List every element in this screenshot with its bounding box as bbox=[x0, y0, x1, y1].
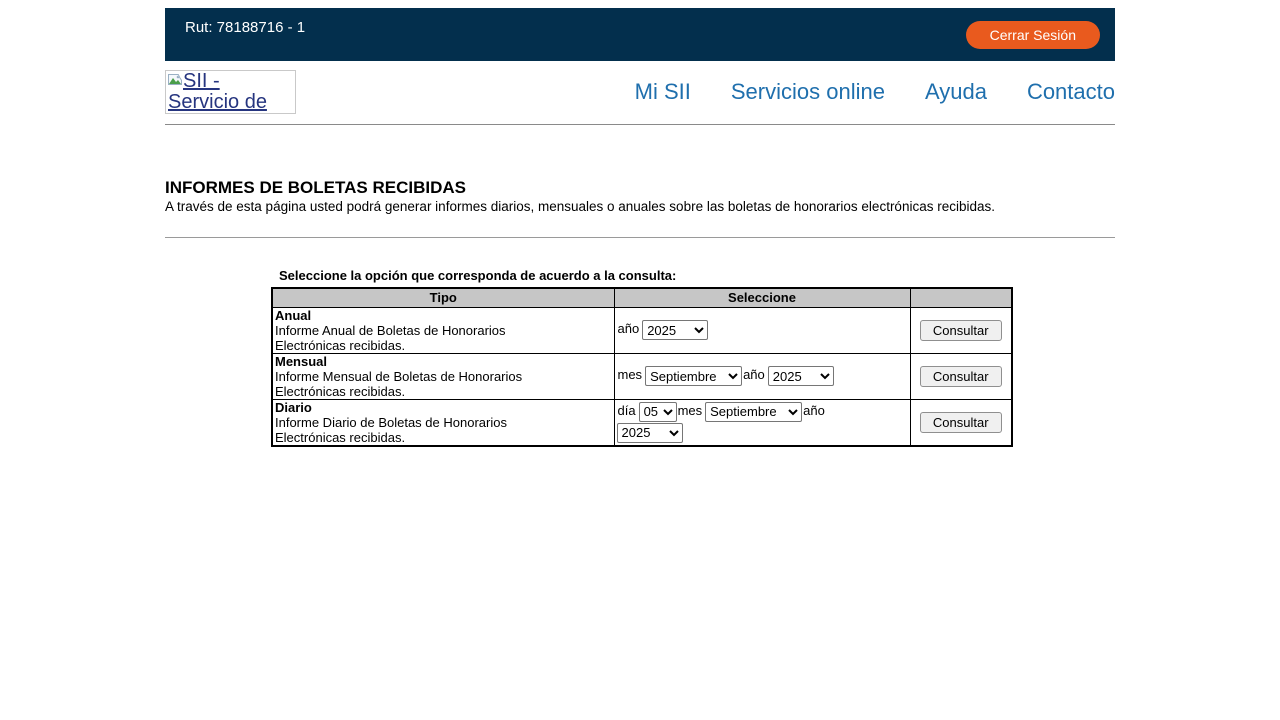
logo-alt-line-2: Servicio de bbox=[168, 92, 295, 113]
rut-label: Rut: 78188716 - 1 bbox=[185, 19, 305, 36]
anual-consultar-button[interactable]: Consultar bbox=[920, 320, 1002, 341]
diario-seleccione-cell: día05mesSeptiembreaño 2025 bbox=[614, 399, 910, 446]
diario-day-label: día bbox=[618, 403, 636, 418]
page-container: Rut: 78188716 - 1 Cerrar Sesión SII - Se… bbox=[165, 8, 1115, 447]
header-tipo: Tipo bbox=[272, 288, 614, 307]
diario-month-label: mes bbox=[678, 403, 703, 418]
nav-item-contacto[interactable]: Contacto bbox=[1027, 79, 1115, 105]
site-header: SII - Servicio de Mi SII Servicios onlin… bbox=[165, 70, 1115, 114]
nav-item-mi-sii[interactable]: Mi SII bbox=[635, 79, 691, 105]
anual-year-label: año bbox=[618, 321, 640, 336]
diario-consultar-button[interactable]: Consultar bbox=[920, 412, 1002, 433]
table-row-diario: Diario Informe Diario de Boletas de Hono… bbox=[272, 399, 1012, 446]
content-divider bbox=[165, 237, 1115, 238]
anual-tipo-cell: Anual Informe Anual de Boletas de Honora… bbox=[272, 307, 614, 353]
mensual-tipo-cell: Mensual Informe Mensual de Boletas de Ho… bbox=[272, 353, 614, 399]
row-description: Informe Diario de Boletas de Honorarios … bbox=[275, 415, 612, 445]
anual-year-select[interactable]: 2025 bbox=[642, 320, 708, 340]
diario-tipo-cell: Diario Informe Diario de Boletas de Hono… bbox=[272, 399, 614, 446]
table-row-mensual: Mensual Informe Mensual de Boletas de Ho… bbox=[272, 353, 1012, 399]
logo-alt-line-1: SII - bbox=[168, 71, 295, 92]
sii-logo-broken-image[interactable]: SII - Servicio de bbox=[165, 70, 296, 114]
page-title: INFORMES DE BOLETAS RECIBIDAS bbox=[165, 178, 1115, 198]
row-type-label: Diario bbox=[275, 400, 612, 415]
page-subtitle: A través de esta página usted podrá gene… bbox=[165, 200, 1115, 214]
nav-item-ayuda[interactable]: Ayuda bbox=[925, 79, 987, 105]
diario-controls-line-2: 2025 bbox=[617, 423, 908, 443]
table-row-anual: Anual Informe Anual de Boletas de Honora… bbox=[272, 307, 1012, 353]
nav-item-servicios-online[interactable]: Servicios online bbox=[731, 79, 885, 105]
table-caption: Seleccione la opción que corresponda de … bbox=[279, 269, 1115, 282]
mensual-seleccione-cell: mesSeptiembreaño2025 bbox=[614, 353, 910, 399]
diario-month-select[interactable]: Septiembre bbox=[705, 402, 802, 422]
mensual-month-label: mes bbox=[618, 367, 643, 382]
header-action bbox=[910, 288, 1012, 307]
row-type-label: Mensual bbox=[275, 354, 612, 369]
table-header-row: Tipo Seleccione bbox=[272, 288, 1012, 307]
mensual-year-select[interactable]: 2025 bbox=[768, 366, 834, 386]
diario-action-cell: Consultar bbox=[910, 399, 1012, 446]
header-divider bbox=[165, 124, 1115, 125]
row-type-label: Anual bbox=[275, 308, 612, 323]
broken-image-icon bbox=[168, 74, 182, 87]
diario-day-select[interactable]: 05 bbox=[639, 402, 677, 422]
anual-seleccione-cell: año2025 bbox=[614, 307, 910, 353]
mensual-month-select[interactable]: Septiembre bbox=[645, 366, 742, 386]
row-description: Informe Mensual de Boletas de Honorarios… bbox=[275, 369, 612, 399]
anual-action-cell: Consultar bbox=[910, 307, 1012, 353]
row-description: Informe Anual de Boletas de Honorarios E… bbox=[275, 323, 612, 353]
mensual-consultar-button[interactable]: Consultar bbox=[920, 366, 1002, 387]
mensual-action-cell: Consultar bbox=[910, 353, 1012, 399]
main-nav: Mi SII Servicios online Ayuda Contacto bbox=[595, 79, 1115, 105]
diario-year-label: año bbox=[803, 403, 825, 418]
logout-button[interactable]: Cerrar Sesión bbox=[966, 21, 1100, 49]
mensual-year-label: año bbox=[743, 367, 765, 382]
header-seleccione: Seleccione bbox=[614, 288, 910, 307]
reports-table: Tipo Seleccione Anual Informe Anual de B… bbox=[271, 287, 1013, 447]
topbar: Rut: 78188716 - 1 Cerrar Sesión bbox=[165, 8, 1115, 61]
diario-year-select[interactable]: 2025 bbox=[617, 423, 683, 443]
diario-controls-line-1: día05mesSeptiembreaño bbox=[617, 402, 908, 422]
